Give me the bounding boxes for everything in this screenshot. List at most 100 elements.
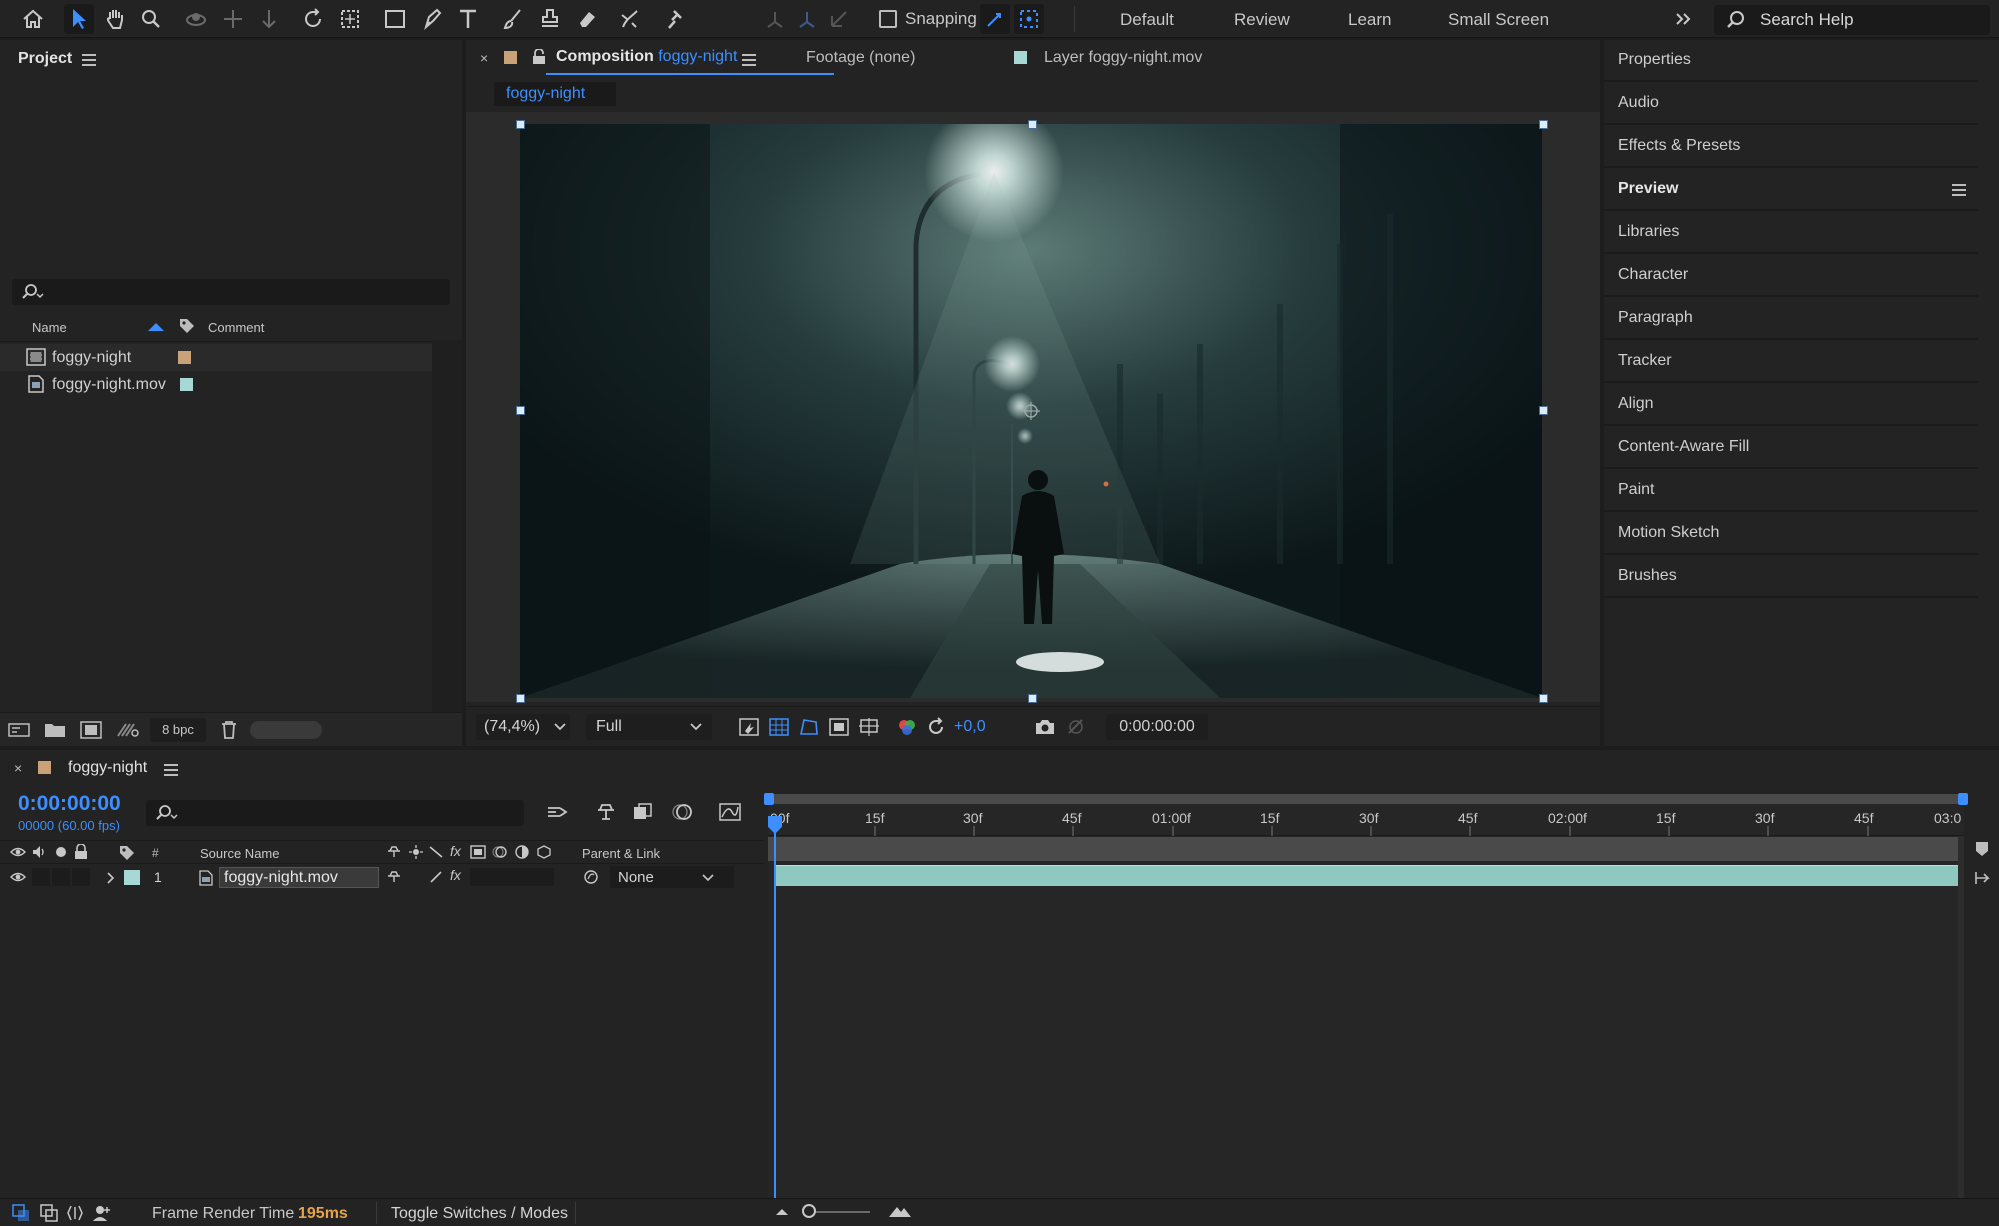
show-snapshot-icon[interactable] [1066, 717, 1086, 741]
panel-audio[interactable]: Audio [1604, 83, 1978, 125]
column-name[interactable]: Name [32, 320, 67, 335]
color-channels-icon[interactable] [896, 717, 918, 741]
panel-align[interactable]: Align [1604, 384, 1978, 426]
adjustment-layer-icon[interactable] [514, 845, 530, 863]
panel-properties[interactable]: Properties [1604, 40, 1978, 82]
comp-marker-bin-icon[interactable] [1974, 840, 1990, 862]
snapshot-camera-icon[interactable] [1034, 717, 1056, 741]
audio-speaker-icon[interactable] [31, 845, 47, 863]
lock-switch-cell[interactable] [72, 868, 90, 886]
transform-handle-bottom[interactable] [1028, 694, 1037, 703]
axis-view-icon[interactable] [824, 4, 854, 34]
pen-tool-icon[interactable] [417, 4, 447, 34]
comp-breadcrumb[interactable]: foggy-night [494, 82, 616, 106]
rectangle-tool-icon[interactable] [380, 4, 410, 34]
pan-camera-icon[interactable] [218, 4, 248, 34]
timeline-zoom-thumb[interactable] [802, 1204, 816, 1218]
panel-preview[interactable]: Preview [1604, 169, 1978, 211]
search-help-box[interactable]: Search Help [1714, 5, 1990, 35]
label-color-swatch[interactable] [180, 378, 193, 391]
more-workspaces-icon[interactable] [1668, 4, 1698, 34]
rotation-tool-icon[interactable] [298, 4, 328, 34]
label-tag-icon[interactable] [178, 317, 196, 339]
in-out-toggle-icon[interactable] [66, 1204, 84, 1226]
hand-tool-icon[interactable] [100, 4, 130, 34]
project-menu-icon[interactable] [82, 54, 96, 66]
expand-chevron-icon[interactable] [106, 871, 116, 888]
timeline-graph-area[interactable]: 00f 15f 30f 45f 01:00f 15f 30f 45f 02:00… [764, 793, 1968, 1198]
region-of-interest-icon[interactable] [828, 717, 850, 741]
resolution-dropdown[interactable]: Full [586, 714, 712, 740]
roto-brush-tool-icon[interactable] [615, 4, 645, 34]
solo-switch-cell[interactable] [52, 868, 70, 886]
time-ruler[interactable]: 00f 15f 30f 45f 01:00f 15f 30f 45f 02:00… [768, 804, 1964, 836]
brush-tool-icon[interactable] [498, 4, 528, 34]
layer-end-marker-icon[interactable] [1972, 870, 1992, 890]
clone-stamp-tool-icon[interactable] [535, 4, 565, 34]
mask-visibility-icon[interactable] [798, 717, 820, 741]
selection-tool-icon[interactable] [64, 4, 94, 34]
timeline-tab-name[interactable]: foggy-night [68, 759, 147, 777]
layer-label-swatch[interactable] [124, 870, 140, 885]
timeline-vertical-scrollbar[interactable] [1958, 836, 1964, 1198]
pan-behind-tool-icon[interactable] [335, 4, 365, 34]
layer-switch-cells[interactable] [470, 868, 554, 886]
close-tab-icon[interactable]: × [480, 50, 488, 66]
puppet-pin-tool-icon[interactable] [660, 4, 690, 34]
shy-switch-icon[interactable] [386, 870, 402, 888]
workspace-review[interactable]: Review [1234, 10, 1290, 30]
trash-icon[interactable] [220, 720, 238, 744]
zoom-tool-icon[interactable] [136, 4, 166, 34]
timeline-search-input[interactable] [146, 800, 524, 826]
panel-paragraph[interactable]: Paragraph [1604, 298, 1978, 340]
project-scrollbar[interactable] [432, 340, 462, 740]
motion-blur-icon[interactable] [670, 802, 694, 826]
zoom-in-mountain-icon[interactable] [888, 1202, 912, 1224]
footage-tab[interactable]: Footage (none) [806, 49, 915, 67]
interpret-footage-icon[interactable] [8, 721, 30, 743]
project-settings-icon[interactable] [116, 721, 140, 743]
quality-switch-icon[interactable] [428, 845, 444, 863]
current-time-indicator-line[interactable] [774, 820, 776, 1198]
quality-slash-icon[interactable] [428, 870, 444, 888]
panel-content-aware-fill[interactable]: Content-Aware Fill [1604, 427, 1978, 469]
panel-paint[interactable]: Paint [1604, 470, 1978, 512]
composition-frame[interactable] [520, 124, 1542, 698]
magnification-dropdown[interactable]: (74,4%) [476, 714, 570, 740]
column-source-name[interactable]: Source Name [200, 846, 279, 861]
exposure-value[interactable]: +0,0 [954, 718, 986, 736]
transform-handle-right[interactable] [1539, 406, 1548, 415]
project-panel-title[interactable]: Project [18, 50, 72, 68]
panel-effects-presets[interactable]: Effects & Presets [1604, 126, 1978, 168]
workspace-default[interactable]: Default [1120, 10, 1174, 30]
workspace-small-screen[interactable]: Small Screen [1448, 10, 1549, 30]
grid-guides-icon[interactable] [858, 717, 880, 741]
pick-whip-icon[interactable] [582, 869, 600, 889]
new-composition-icon[interactable] [80, 721, 102, 743]
transform-handle-top[interactable] [1028, 120, 1037, 129]
panel-tracker[interactable]: Tracker [1604, 341, 1978, 383]
snapping-checkbox[interactable] [879, 10, 897, 28]
snapping-toggle[interactable]: Snapping [879, 9, 977, 29]
orbit-camera-icon[interactable] [181, 4, 211, 34]
bit-depth-button[interactable]: 8 bpc [150, 718, 206, 742]
effects-fx-icon[interactable]: fx [450, 843, 461, 859]
fast-previews-icon[interactable] [738, 717, 760, 741]
transform-handle-top-right[interactable] [1539, 120, 1548, 129]
lock-icon[interactable] [74, 843, 88, 864]
3d-layer-icon[interactable] [536, 845, 552, 863]
comp-mini-flowchart-icon[interactable] [546, 802, 570, 826]
layer-row[interactable]: 1 foggy-night.mov fx None [0, 865, 764, 889]
lock-icon[interactable] [532, 48, 546, 69]
composition-tab[interactable]: Composition foggy-night [556, 48, 737, 66]
audio-switch-cell[interactable] [32, 868, 50, 886]
layer-switches-toggle-icon[interactable] [12, 1204, 30, 1226]
viewer-menu-icon[interactable] [742, 54, 756, 66]
type-tool-icon[interactable] [453, 4, 483, 34]
motion-blur-switch-icon[interactable] [492, 845, 508, 863]
sort-ascending-icon[interactable] [148, 323, 164, 331]
panel-character[interactable]: Character [1604, 255, 1978, 297]
panel-brushes[interactable]: Brushes [1604, 556, 1978, 598]
reset-exposure-icon[interactable] [926, 717, 946, 741]
snap-features-icon[interactable] [1014, 4, 1044, 34]
